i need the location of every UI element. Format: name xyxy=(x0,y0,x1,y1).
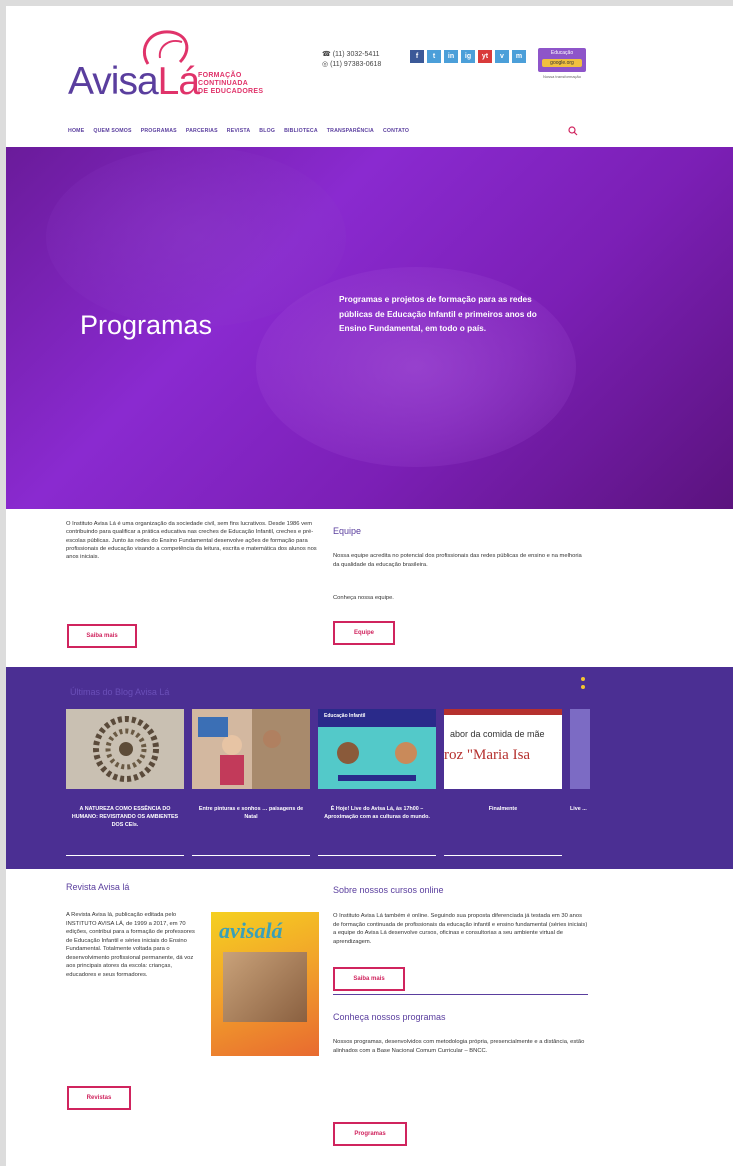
blog-card-image[interactable] xyxy=(192,709,310,789)
logo[interactable]: AvisaLá FORMAÇÃO CONTINUADA DE EDUCADORE… xyxy=(68,28,278,108)
card-divider xyxy=(444,855,562,856)
hero-banner: Programas Programas e projetos de formaç… xyxy=(6,147,733,509)
carousel-arrows[interactable] xyxy=(581,677,587,693)
phone-icon: ☎ xyxy=(322,51,331,58)
whatsapp-icon: ◎ xyxy=(322,61,329,68)
blog-card-caption[interactable]: É Hoje! Live do Avisa Lá, às 17h00 – Apr… xyxy=(318,805,436,821)
programas-button[interactable]: Programas xyxy=(333,1122,407,1146)
card-divider xyxy=(192,855,310,856)
nav-item-revista[interactable]: REVISTA xyxy=(227,128,251,134)
blog-card-caption[interactable]: A NATUREZA COMO ESSÊNCIA DO HUMANO: REVI… xyxy=(66,805,184,829)
badge-caption: Nossa transformação xyxy=(542,74,581,79)
instagram-icon[interactable]: ig xyxy=(461,50,475,63)
equipe-title: Equipe xyxy=(333,526,362,536)
programas-text: Nossos programas, desenvolvidos com meto… xyxy=(333,1039,585,1054)
blog-card-caption[interactable]: Entre pinturas e sonhos … paisagens de N… xyxy=(192,805,310,821)
revistas-button[interactable]: Revistas xyxy=(67,1086,131,1110)
blog-card-image[interactable]: Educação Infantil xyxy=(318,709,436,789)
hero-description: Programas e projetos de formação para as… xyxy=(339,294,537,333)
card-divider xyxy=(318,855,436,856)
nav-item-transparencia[interactable]: TRANSPARÊNCIA xyxy=(327,128,374,134)
main-nav: HOME QUEM SOMOS PROGRAMAS PARCERIAS REVI… xyxy=(68,128,409,134)
saiba-mais-button[interactable]: Saiba mais xyxy=(67,624,137,648)
cursos-title: Sobre nossos cursos online xyxy=(333,885,444,895)
intro-text: O Instituto Avisa Lá é uma organização d… xyxy=(66,521,317,561)
nature-spiral-image xyxy=(66,709,184,789)
nav-item-contato[interactable]: CONTATO xyxy=(383,128,409,134)
revista-title: Revista Avisa lá xyxy=(66,882,130,892)
blog-card-caption[interactable]: Live ... xyxy=(570,805,590,813)
youtube-icon[interactable]: yt xyxy=(478,50,492,63)
nav-item-biblioteca[interactable]: BIBLIOTECA xyxy=(284,128,318,134)
email-icon[interactable]: m xyxy=(512,50,526,63)
card-divider xyxy=(66,855,184,856)
cover-photo xyxy=(223,952,307,1022)
cursos-text: O Instituto Avisa Lá também é online. Se… xyxy=(333,913,588,945)
facebook-icon[interactable]: f xyxy=(410,50,424,63)
revista-cover-image[interactable]: avisalá xyxy=(211,912,319,1056)
programas-title: Conheça nossos programas xyxy=(333,1012,446,1022)
blog-card-image[interactable] xyxy=(66,709,184,789)
live-event-image xyxy=(318,709,436,789)
linkedin-icon[interactable]: in xyxy=(444,50,458,63)
page: AvisaLá FORMAÇÃO CONTINUADA DE EDUCADORE… xyxy=(6,6,733,1166)
logo-subtitle: FORMAÇÃO CONTINUADA DE EDUCADORES xyxy=(198,72,264,95)
equipe-link[interactable]: Conheça nossa equipe. xyxy=(333,594,583,603)
nav-item-programas[interactable]: PROGRAMAS xyxy=(141,128,177,134)
equipe-button[interactable]: Equipe xyxy=(333,621,395,645)
contact-info: ☎ (11) 3032-5411 ◎ (11) 97383-0618 xyxy=(322,51,382,68)
social-links: f t in ig yt v m xyxy=(410,50,526,63)
blog-card-caption[interactable]: Finalmente xyxy=(444,805,562,813)
revista-text: A Revista Avisa lá, publicação editada p… xyxy=(66,912,195,978)
nav-item-blog[interactable]: BLOG xyxy=(259,128,275,134)
blog-carousel: Últimas do Blog Avisa Lá Educação Infant… xyxy=(6,667,733,869)
section-divider xyxy=(333,994,588,995)
blog-card-image[interactable] xyxy=(570,709,590,789)
nav-item-quem-somos[interactable]: QUEM SOMOS xyxy=(93,128,131,134)
nav-item-parcerias[interactable]: PARCERIAS xyxy=(186,128,218,134)
children-painting-image xyxy=(192,709,310,789)
logo-text: AvisaLá xyxy=(68,60,200,103)
vimeo-icon[interactable]: v xyxy=(495,50,509,63)
blog-title: Últimas do Blog Avisa Lá xyxy=(70,687,170,697)
equipe-text: Nossa equipe acredita no potencial dos p… xyxy=(333,553,582,568)
twitter-icon[interactable]: t xyxy=(427,50,441,63)
cursos-saiba-mais-button[interactable]: Saiba mais xyxy=(333,967,405,991)
search-icon[interactable] xyxy=(568,126,578,136)
hero-title: Programas xyxy=(80,310,213,340)
nav-item-home[interactable]: HOME xyxy=(68,128,84,134)
google-badge[interactable]: Educação google.org xyxy=(538,48,586,72)
blog-card-image[interactable]: abor da comida de mãe roz "Maria Isa xyxy=(444,709,562,789)
